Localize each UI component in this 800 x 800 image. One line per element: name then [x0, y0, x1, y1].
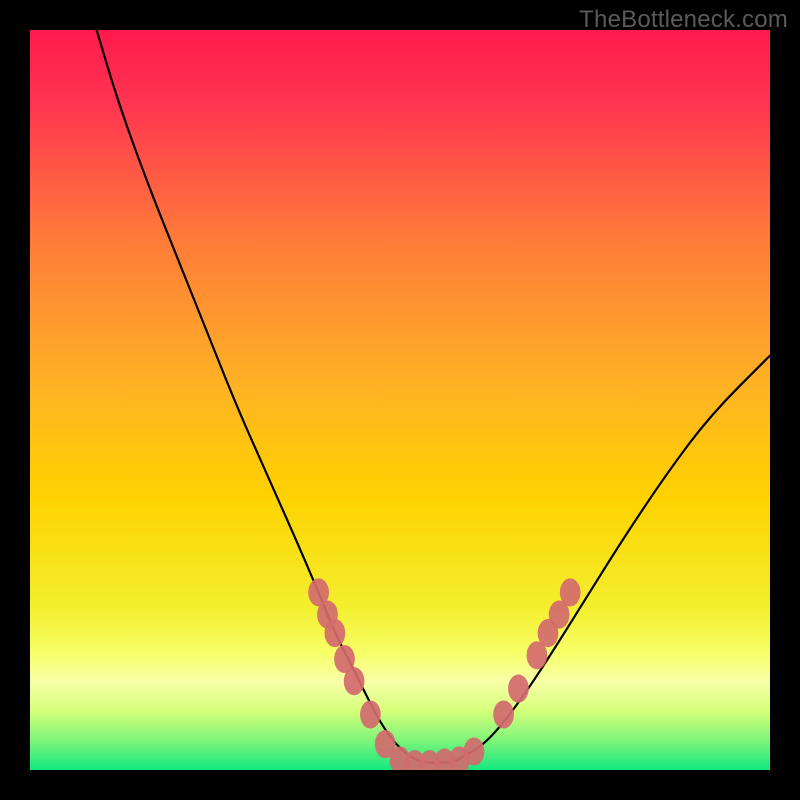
chart-frame: TheBottleneck.com	[0, 0, 800, 800]
bead-marker	[493, 700, 514, 728]
bead-marker	[508, 675, 529, 703]
bottleneck-curve-chart	[30, 30, 770, 770]
bead-marker	[344, 667, 365, 695]
plot-area	[30, 30, 770, 770]
gradient-background	[30, 30, 770, 770]
bead-marker	[560, 578, 581, 606]
bead-marker	[464, 737, 485, 765]
bead-marker	[325, 619, 346, 647]
bead-marker	[360, 700, 381, 728]
